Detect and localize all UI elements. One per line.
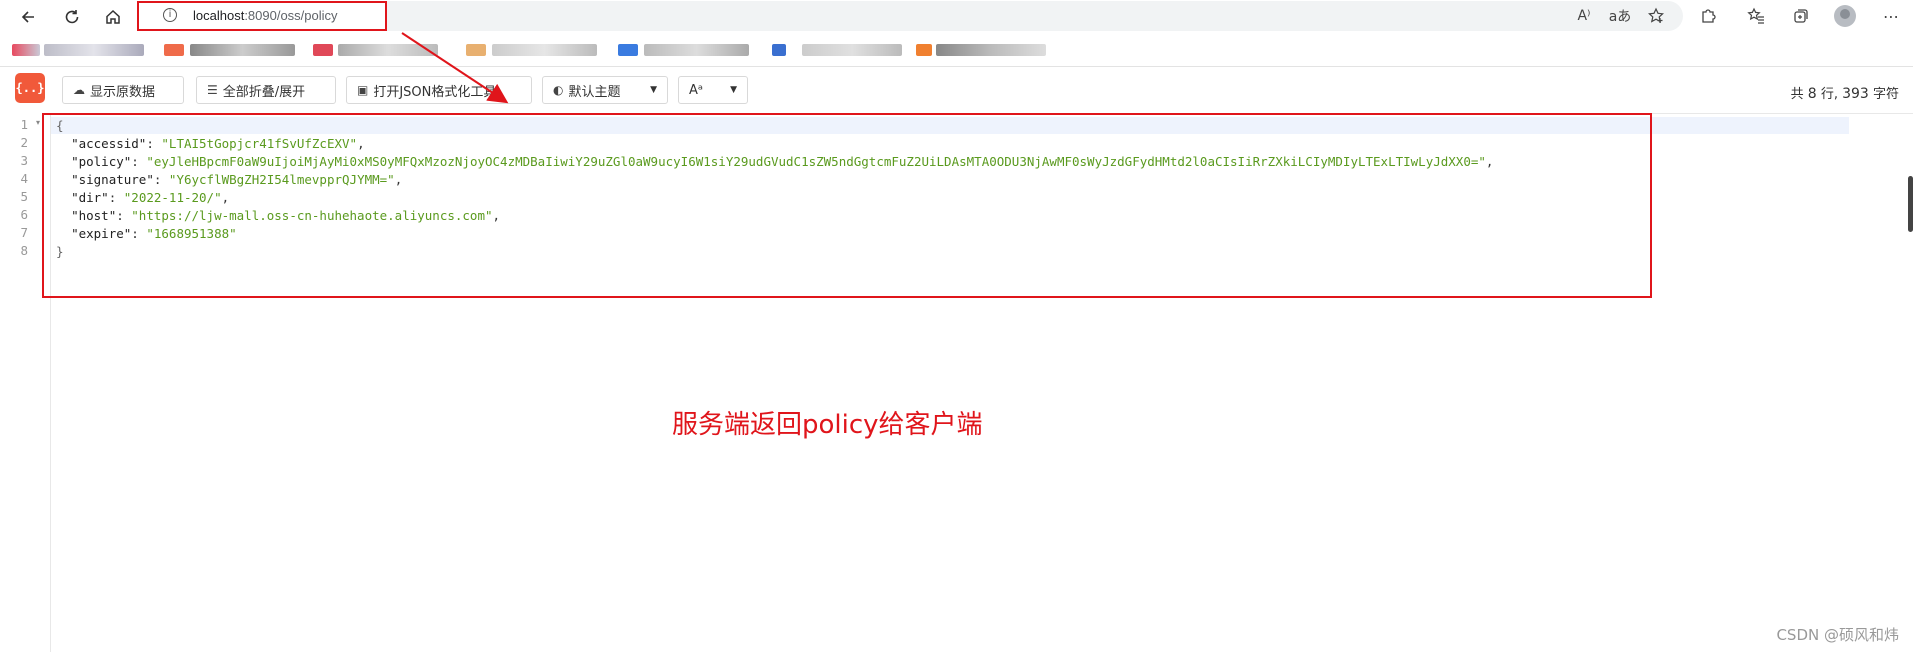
annotation-caption: 服务端返回policy给客户端 (672, 410, 983, 440)
vertical-scrollbar[interactable] (1908, 176, 1913, 232)
csdn-watermark: CSDN @硕风和炜 (1776, 626, 1899, 644)
annotation-arrow (401, 32, 509, 104)
